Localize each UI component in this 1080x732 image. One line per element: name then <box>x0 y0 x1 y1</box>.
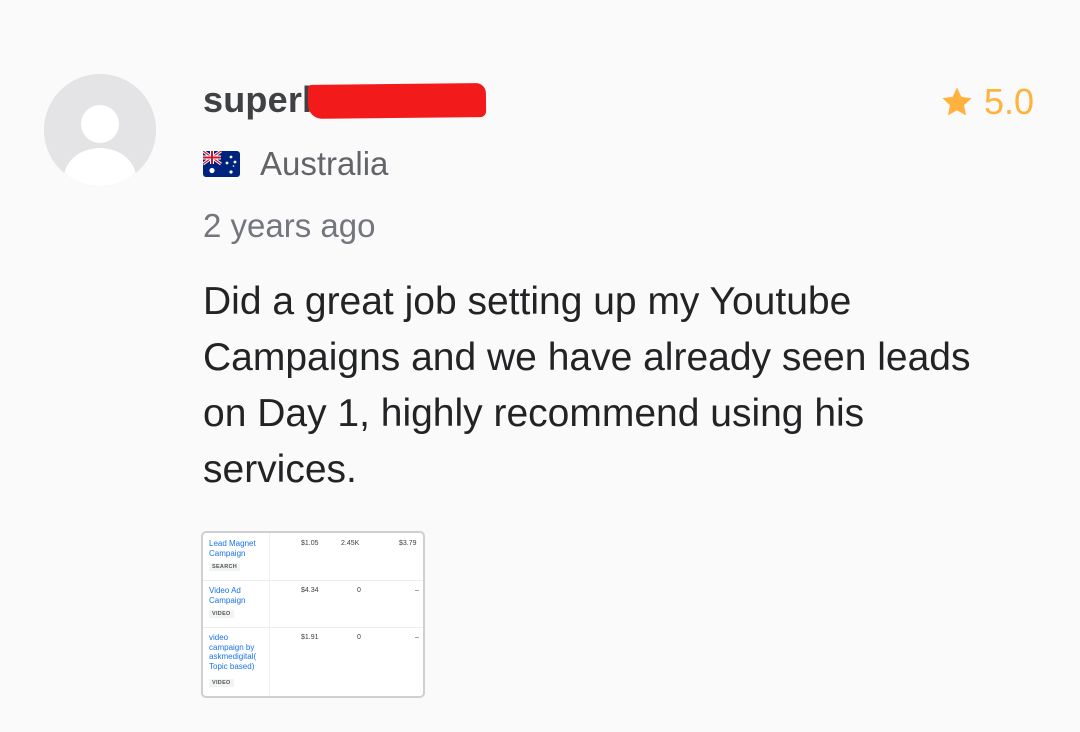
attachment-cell: $1.91 <box>301 634 319 641</box>
reviewer-avatar[interactable] <box>44 74 156 186</box>
attachment-cell: 0 <box>357 587 361 594</box>
attachment-cell: $1.05 <box>301 540 319 547</box>
attachment-cell: – <box>415 634 419 641</box>
review-attachment-thumbnail[interactable]: Lead Magnet Campaign SEARCH $1.05 2.45K … <box>201 531 425 698</box>
australia-flag-icon <box>203 151 240 177</box>
attachment-divider <box>269 533 270 580</box>
review-rating: 5.0 <box>940 80 1034 124</box>
attachment-row: Video Ad Campaign VIDEO $4.34 0 – <box>203 580 423 628</box>
star-icon <box>942 87 972 116</box>
attachment-cell: – <box>415 587 419 594</box>
attachment-divider <box>269 580 270 627</box>
attachment-campaign-type: VIDEO <box>209 679 234 687</box>
reviewer-username[interactable]: superl <box>203 79 312 120</box>
attachment-row: Lead Magnet Campaign SEARCH $1.05 2.45K … <box>203 533 423 581</box>
rating-value: 5.0 <box>983 81 1034 122</box>
reviewer-name-container: superl <box>203 78 312 122</box>
country-name: Australia <box>260 145 389 182</box>
attachment-campaign-type: VIDEO <box>209 610 234 618</box>
attachment-campaign-name: Video Ad Campaign <box>209 586 246 605</box>
redaction-mark <box>307 83 487 119</box>
attachment-campaign-type: SEARCH <box>209 563 241 571</box>
reviewer-country: Australia <box>203 144 388 184</box>
attachment-row: video campaign by askmedigital( Topic ba… <box>203 627 423 696</box>
attachment-cell: 2.45K <box>341 540 360 547</box>
attachment-cell: $3.79 <box>399 540 417 547</box>
attachment-campaign-name: Lead Magnet Campaign <box>209 539 256 558</box>
review-text: Did a great job setting up my Youtube Ca… <box>203 280 971 491</box>
attachment-cell: 0 <box>357 634 361 641</box>
attachment-cell: $4.34 <box>301 587 319 594</box>
attachment-divider <box>269 627 270 696</box>
default-user-avatar-icon <box>44 74 156 186</box>
attachment-campaign-name: video campaign by askmedigital( Topic ba… <box>209 633 257 671</box>
review-timestamp: 2 years ago <box>203 207 376 244</box>
